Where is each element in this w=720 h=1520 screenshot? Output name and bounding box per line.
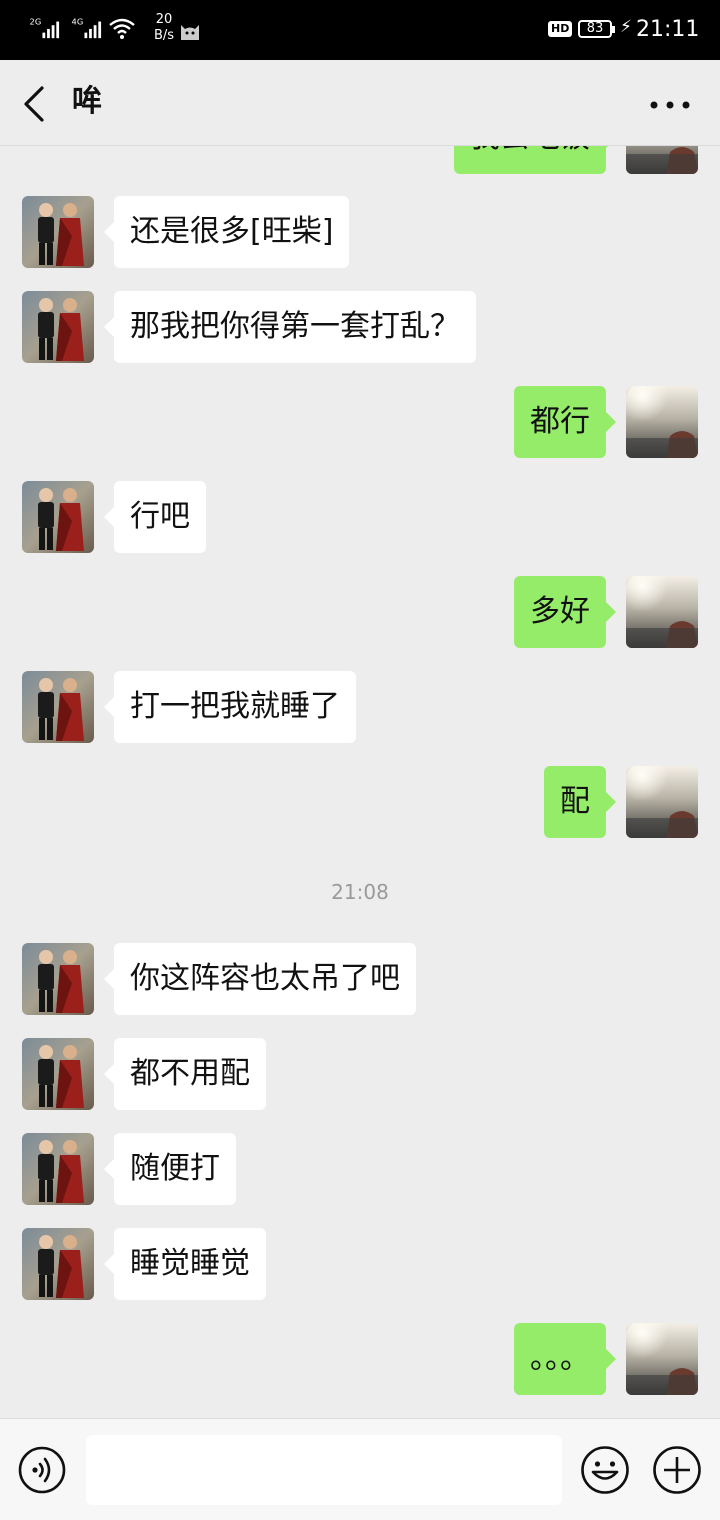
my-avatar[interactable] [626, 146, 698, 174]
message-row: 打一把我就睡了 [0, 671, 720, 743]
message-row: 配 [0, 766, 720, 838]
message-bubble-incoming[interactable]: 行吧 [104, 481, 206, 553]
message-row: 都不用配 [0, 1038, 720, 1110]
signal-4g-icon: 4G [72, 16, 102, 39]
message-list[interactable]: 我去吃饭 还是很多[旺柴] 那我把你得第一套打乱？ 都行 行吧 多好 [0, 146, 720, 1418]
message-bubble-outgoing[interactable]: 我去吃饭 [454, 146, 616, 174]
svg-text:4G: 4G [72, 16, 84, 26]
my-avatar[interactable] [626, 576, 698, 648]
more-options-icon[interactable] [648, 100, 692, 110]
message-bubble-outgoing[interactable]: 多好 [514, 576, 616, 648]
status-bar: 2G 4G 20 B/s HD 83 ⚡ 21:11 [0, 0, 720, 60]
message-row: 还是很多[旺柴] [0, 196, 720, 268]
wifi-icon [109, 18, 135, 39]
contact-avatar[interactable] [22, 1038, 94, 1110]
contact-avatar[interactable] [22, 1133, 94, 1205]
signal-2g-icon: 2G [30, 16, 60, 39]
contact-avatar[interactable] [22, 481, 94, 553]
message-row: 行吧 [0, 481, 720, 553]
contact-avatar[interactable] [22, 291, 94, 363]
message-row: 随便打 [0, 1133, 720, 1205]
my-avatar[interactable] [626, 1323, 698, 1395]
message-bubble-incoming[interactable]: 你这阵容也太吊了吧 [104, 943, 416, 1015]
message-row: 多好 [0, 576, 720, 648]
message-bubble-incoming[interactable]: 随便打 [104, 1133, 236, 1205]
emoji-icon[interactable] [580, 1445, 630, 1495]
message-row: 睡觉睡觉 [0, 1228, 720, 1300]
svg-text:2G: 2G [30, 16, 42, 26]
status-time: 21:11 [636, 17, 700, 42]
battery-icon: 83 [578, 20, 615, 38]
contact-avatar[interactable] [22, 943, 94, 1015]
message-bubble-outgoing[interactable]: 配 [544, 766, 616, 838]
hd-badge: HD [548, 21, 573, 37]
message-bubble-incoming[interactable]: 睡觉睡觉 [104, 1228, 266, 1300]
message-bubble-outgoing[interactable]: 都行 [514, 386, 616, 458]
my-avatar[interactable] [626, 386, 698, 458]
cat-notification-icon [181, 25, 199, 40]
chat-header: 哞 [0, 60, 720, 146]
voice-input-icon[interactable] [18, 1446, 66, 1494]
message-input[interactable] [86, 1435, 562, 1505]
message-bubble-incoming[interactable]: 还是很多[旺柴] [103, 196, 350, 268]
back-arrow-icon[interactable] [20, 84, 52, 124]
message-bubble-incoming[interactable]: 都不用配 [104, 1038, 266, 1110]
input-bar [0, 1418, 720, 1520]
contact-avatar[interactable] [22, 671, 94, 743]
chat-title: 哞 [72, 84, 102, 119]
contact-avatar[interactable] [22, 196, 94, 268]
charging-icon: ⚡ [620, 17, 632, 37]
contact-avatar[interactable] [22, 1228, 94, 1300]
message-bubble-outgoing[interactable]: 。。。 [514, 1323, 616, 1395]
message-row: 那我把你得第一套打乱？ [0, 291, 720, 363]
message-bubble-incoming[interactable]: 打一把我就睡了 [104, 671, 356, 743]
message-row: 。。。 [0, 1323, 720, 1395]
message-bubble-incoming[interactable]: 那我把你得第一套打乱？ [104, 291, 476, 363]
message-row: 我去吃饭 [0, 146, 720, 174]
more-functions-plus-icon[interactable] [652, 1445, 702, 1495]
time-divider: 21:08 [331, 880, 389, 904]
message-row: 都行 [0, 386, 720, 458]
my-avatar[interactable] [626, 766, 698, 838]
message-row: 你这阵容也太吊了吧 [0, 943, 720, 1015]
